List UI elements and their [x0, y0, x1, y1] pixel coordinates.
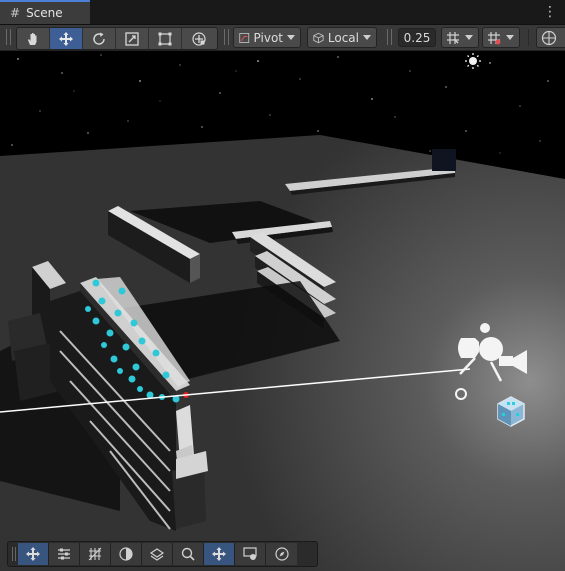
visibility-overlay-button[interactable] — [142, 543, 173, 565]
move-overlay-button[interactable] — [204, 543, 235, 565]
toolbar-divider — [528, 29, 529, 46]
cube-icon — [313, 32, 324, 43]
grid-icon — [88, 547, 102, 561]
search-overlay-button[interactable] — [173, 543, 204, 565]
transform-tool-button[interactable] — [182, 28, 215, 49]
local-dropdown[interactable]: Local — [307, 27, 377, 48]
hash-icon: # — [10, 6, 21, 20]
increment-snap-dropdown[interactable] — [482, 27, 520, 48]
rect-transform-icon — [158, 32, 172, 45]
chevron-down-icon — [287, 35, 295, 40]
scale-tool-button[interactable] — [116, 28, 149, 49]
tab-scene-label: Scene — [26, 6, 63, 20]
pivot-icon — [239, 32, 250, 43]
sliders-icon — [58, 548, 70, 560]
tab-scene[interactable]: # Scene — [0, 0, 90, 24]
view-tool-button[interactable] — [17, 28, 50, 49]
hand-icon — [28, 32, 37, 45]
globe-icon — [541, 30, 557, 45]
local-label: Local — [327, 30, 359, 45]
chevron-down-icon — [465, 35, 473, 40]
navigation-overlay-button[interactable] — [266, 543, 297, 565]
scene-toolbar: Pivot Local 0.25 — [0, 25, 565, 51]
overlay-toolbar — [7, 541, 318, 567]
rotate-tool-button[interactable] — [83, 28, 116, 49]
compass-icon — [274, 547, 289, 561]
transform-icon — [191, 31, 206, 46]
scale-icon — [125, 31, 139, 46]
chevron-down-icon — [506, 35, 514, 40]
grid-snap-dropdown[interactable] — [441, 27, 479, 48]
gizmos-dropdown[interactable] — [536, 27, 565, 48]
move-arrows-icon — [26, 547, 40, 561]
toolbar-grip[interactable] — [224, 29, 229, 45]
grid-overlay-button[interactable] — [80, 543, 111, 565]
toolbar-grip[interactable] — [387, 29, 392, 45]
overlay-grip[interactable] — [12, 547, 16, 561]
grid-snap-icon — [447, 31, 459, 44]
half-circle-icon — [119, 547, 133, 561]
pivot-dropdown[interactable]: Pivot — [233, 27, 301, 48]
transform-overlay-button[interactable] — [18, 543, 49, 565]
scene-render — [0, 51, 565, 571]
rect-tool-button[interactable] — [149, 28, 182, 49]
kebab-menu-icon[interactable]: ⋮ — [543, 3, 557, 21]
chevron-down-icon — [363, 35, 371, 40]
eye-monitor-icon — [243, 547, 257, 560]
search-icon — [181, 547, 195, 561]
view-options-button[interactable] — [235, 543, 266, 565]
increment-snap-icon — [488, 31, 501, 44]
prefab-cube-icon[interactable] — [497, 396, 525, 427]
tool-settings-button[interactable] — [49, 543, 80, 565]
rotate-icon — [93, 32, 105, 45]
layers-icon — [149, 548, 165, 561]
move-arrows-icon — [59, 31, 73, 46]
toolbar-grip[interactable] — [6, 29, 11, 45]
move-arrows-icon — [212, 547, 226, 561]
move-tool-button[interactable] — [50, 28, 83, 49]
snap-increment-field[interactable]: 0.25 — [398, 28, 436, 47]
pivot-label: Pivot — [253, 30, 283, 45]
orientation-overlay-button[interactable] — [111, 543, 142, 565]
tab-bar: # Scene ⋮ — [0, 0, 565, 25]
scene-viewport[interactable] — [0, 51, 565, 571]
transform-tools — [16, 27, 218, 50]
